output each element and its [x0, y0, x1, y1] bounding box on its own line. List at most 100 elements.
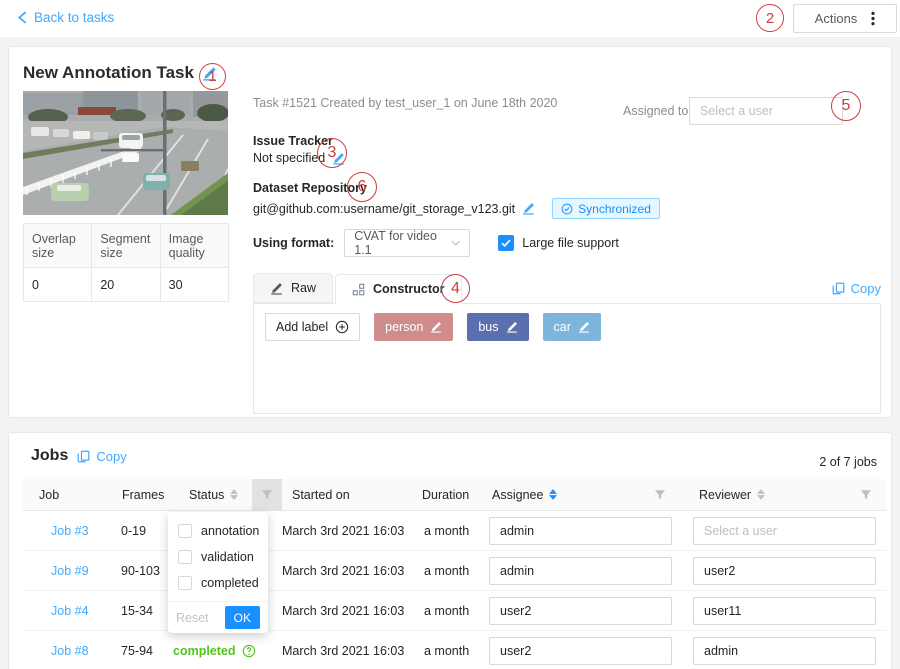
issue-tracker-value: Not specified [253, 151, 325, 165]
job-frames: 90-103 [121, 551, 160, 590]
add-label-button[interactable]: Add label [265, 313, 360, 341]
param-header-overlap: Overlap size [24, 224, 92, 268]
completed-option-label: completed [201, 576, 259, 590]
large-file-checkbox[interactable] [498, 235, 514, 251]
format-select-value: CVAT for video 1.1 [354, 229, 451, 257]
actions-button[interactable]: Actions [793, 4, 897, 33]
jobs-count: 2 of 7 jobs [819, 455, 877, 469]
filter-option-completed[interactable]: completed [168, 570, 268, 596]
dataset-repository-row: git@github.com:username/git_storage_v123… [253, 198, 660, 219]
assignee-input[interactable] [489, 637, 672, 665]
job-link[interactable]: Job #3 [51, 511, 89, 550]
reviewer-input[interactable] [693, 637, 876, 665]
job-started: March 3rd 2021 16:03 [282, 631, 404, 669]
annotation-checkbox[interactable] [178, 524, 192, 538]
validation-option-label: validation [201, 550, 254, 564]
assignee-input[interactable] [489, 597, 672, 625]
job-started: March 3rd 2021 16:03 [282, 591, 404, 630]
col-status[interactable]: Status [189, 479, 238, 510]
label-person-name: person [385, 320, 423, 334]
job-link[interactable]: Job #8 [51, 631, 89, 669]
job-row: Job #9 90-103 March 3rd 2021 16:03 a mon… [23, 551, 887, 591]
status-sort-icon[interactable] [230, 489, 238, 500]
assignee-input[interactable] [489, 557, 672, 585]
filter-ok-button[interactable]: OK [225, 606, 260, 629]
col-reviewer-label: Reviewer [699, 488, 751, 502]
assignee-sort-icon[interactable] [549, 489, 557, 500]
tab-raw[interactable]: Raw [253, 273, 333, 303]
labels-copy-button[interactable]: Copy [832, 281, 881, 296]
label-chip-person[interactable]: person [374, 313, 453, 341]
filter-reset-button[interactable]: Reset [176, 611, 209, 625]
label-chip-bus[interactable]: bus [467, 313, 528, 341]
label-constructor-panel: Add label person bus car [253, 304, 881, 414]
job-duration: a month [424, 511, 469, 550]
completed-checkbox[interactable] [178, 576, 192, 590]
assignee-input[interactable] [489, 517, 672, 545]
pencil-icon [270, 282, 283, 295]
labels-tabbar: Raw Constructor Copy [253, 273, 881, 304]
chevron-left-icon [18, 11, 27, 24]
job-frames: 15-34 [121, 591, 153, 630]
status-filter-icon[interactable] [252, 479, 282, 511]
build-icon [352, 283, 365, 296]
sync-status-label: Synchronized [578, 202, 651, 216]
label-chip-car[interactable]: car [543, 313, 601, 341]
job-status-text: completed [173, 644, 236, 658]
job-row: Job #4 15-34 March 3rd 2021 16:03 a mont… [23, 591, 887, 631]
back-to-tasks-label: Back to tasks [34, 10, 114, 25]
col-reviewer[interactable]: Reviewer [699, 479, 765, 510]
job-duration: a month [424, 631, 469, 669]
add-label-text: Add label [276, 320, 328, 334]
edit-label-icon[interactable] [578, 321, 590, 333]
job-status: completed [173, 631, 256, 669]
param-value-quality: 30 [160, 268, 228, 302]
copy-icon [832, 282, 845, 295]
job-link[interactable]: Job #4 [51, 591, 89, 630]
edit-label-icon[interactable] [430, 321, 442, 333]
job-frames: 0-19 [121, 511, 146, 550]
tab-constructor-label: Constructor [373, 282, 445, 296]
filter-option-validation[interactable]: validation [168, 544, 268, 570]
format-select[interactable]: CVAT for video 1.1 [344, 229, 470, 257]
reviewer-input[interactable] [693, 597, 876, 625]
param-value-segment: 20 [92, 268, 160, 302]
job-duration: a month [424, 591, 469, 630]
back-to-tasks-link[interactable]: Back to tasks [18, 10, 114, 25]
assigned-to-input[interactable] [689, 97, 843, 125]
job-link[interactable]: Job #9 [51, 551, 89, 590]
param-header-segment: Segment size [92, 224, 160, 268]
question-circle-icon[interactable] [242, 644, 256, 658]
jobs-table-header: Job Frames Status Started on Duration As… [23, 479, 887, 511]
annotation-option-label: annotation [201, 524, 259, 538]
task-title: New Annotation Task [23, 63, 194, 83]
filter-option-annotation[interactable]: annotation [168, 518, 268, 544]
jobs-copy-label: Copy [96, 449, 126, 464]
annotation-circle-2: 2 [756, 4, 784, 32]
job-frames: 75-94 [121, 631, 153, 669]
validation-checkbox[interactable] [178, 550, 192, 564]
jobs-copy-button[interactable]: Copy [77, 449, 126, 464]
annotation-circle-6: 6 [347, 172, 377, 202]
reviewer-sort-icon[interactable] [757, 489, 765, 500]
assignee-filter-icon[interactable] [645, 479, 675, 511]
large-file-label: Large file support [522, 236, 619, 250]
task-params-table: Overlap size Segment size Image quality … [23, 223, 229, 302]
dataset-repository-url: git@github.com:username/git_storage_v123… [253, 202, 515, 216]
status-filter-dropdown: annotation validation completed Reset OK [168, 512, 268, 633]
col-assignee[interactable]: Assignee [492, 479, 557, 510]
plus-circle-icon [335, 320, 349, 334]
reviewer-input[interactable] [693, 517, 876, 545]
annotation-circle-4: 4 [441, 274, 470, 303]
col-job: Job [39, 479, 59, 510]
reviewer-input[interactable] [693, 557, 876, 585]
check-icon [501, 239, 511, 247]
job-started: March 3rd 2021 16:03 [282, 551, 404, 590]
reviewer-filter-icon[interactable] [851, 479, 881, 511]
job-started: March 3rd 2021 16:03 [282, 511, 404, 550]
edit-label-icon[interactable] [506, 321, 518, 333]
edit-repository-icon[interactable] [522, 202, 535, 215]
task-detail-card: New Annotation Task [8, 46, 892, 418]
col-started: Started on [292, 479, 350, 510]
col-duration: Duration [422, 479, 469, 510]
